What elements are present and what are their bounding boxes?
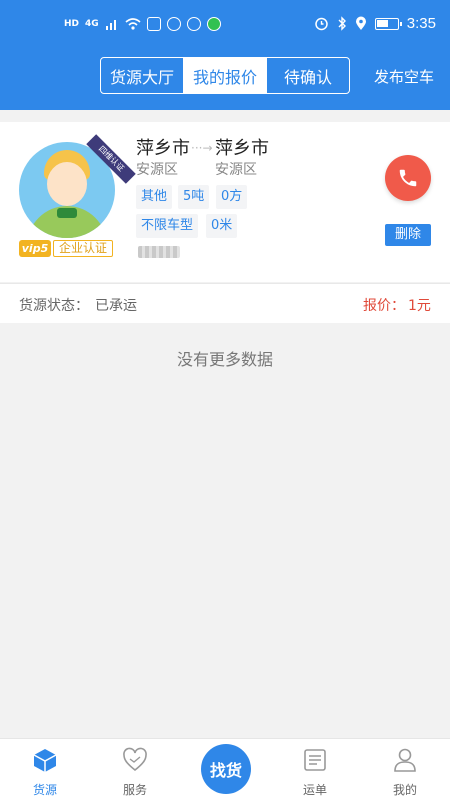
status-label: 货源状态： bbox=[19, 298, 89, 314]
wifi-icon bbox=[125, 18, 141, 30]
bluetooth-icon bbox=[338, 16, 346, 31]
status-bar: HD 4G 3:35 bbox=[0, 0, 450, 52]
tab-pending-confirm[interactable]: 待确认 bbox=[266, 58, 349, 93]
tab-cargo[interactable]: 货源 bbox=[15, 747, 75, 798]
find-goods-button[interactable]: 找货 bbox=[201, 744, 251, 794]
tab-cargo-label: 货源 bbox=[32, 783, 57, 797]
cargo-status-row: 货源状态： 已承运 报价： 1元 bbox=[0, 283, 450, 323]
user-icon bbox=[394, 748, 416, 772]
tab-service[interactable]: 服务 bbox=[105, 747, 165, 798]
cargo-card[interactable]: 四维认证 vip5 企业认证 萍乡市 ···→ 萍乡市 安源区 安源区 其他 5… bbox=[0, 122, 450, 282]
tab-mine[interactable]: 我的 bbox=[375, 747, 435, 798]
tag-weight: 5吨 bbox=[178, 185, 210, 209]
avatar-face bbox=[47, 162, 87, 206]
origin-district: 安源区 bbox=[136, 162, 178, 178]
publish-empty-truck-button[interactable]: 发布空车 bbox=[374, 66, 434, 87]
tag-volume: 0方 bbox=[216, 185, 248, 209]
header-bar: HD 4G 3:35 货源大厅 我的报价 待确认 发布空车 bbox=[0, 0, 450, 110]
avatar[interactable]: 四维认证 bbox=[19, 134, 136, 238]
quote-segment-control: 货源大厅 我的报价 待确认 bbox=[100, 57, 350, 94]
tab-waybill-label: 运单 bbox=[302, 783, 327, 797]
shield-notification-icon bbox=[166, 17, 181, 31]
destination-district: 安源区 bbox=[215, 162, 257, 178]
enterprise-certified-badge: 企业认证 bbox=[53, 240, 113, 257]
price-value: 1元 bbox=[408, 298, 431, 314]
route-arrow-icon: ···→ bbox=[191, 141, 213, 155]
tab-cargo-hall[interactable]: 货源大厅 bbox=[101, 58, 183, 93]
origin-city: 萍乡市 bbox=[136, 138, 190, 159]
status-value: 已承运 bbox=[95, 298, 137, 314]
tag-vehicle-length: 0米 bbox=[206, 214, 238, 238]
document-icon bbox=[304, 749, 326, 771]
app-notification-icon bbox=[146, 17, 161, 31]
cube-icon bbox=[33, 749, 57, 772]
heart-handshake-icon bbox=[123, 747, 147, 772]
clock: 3:35 bbox=[406, 15, 436, 32]
network-indicator: 4G bbox=[85, 19, 99, 29]
price-label: 报价： bbox=[363, 298, 405, 314]
tab-service-label: 服务 bbox=[122, 783, 147, 797]
hd-indicator: HD bbox=[64, 19, 80, 29]
phone-icon bbox=[399, 169, 417, 187]
location-icon bbox=[355, 16, 366, 30]
signal-icon bbox=[105, 20, 116, 30]
vip-badge: vip5 bbox=[19, 240, 51, 257]
alarm-icon bbox=[315, 17, 328, 31]
call-button[interactable] bbox=[385, 155, 431, 201]
tab-mine-label: 我的 bbox=[392, 783, 417, 797]
no-more-data-text: 没有更多数据 bbox=[176, 350, 273, 369]
avatar-bowtie bbox=[57, 208, 77, 218]
tag-cargo-type: 其他 bbox=[136, 185, 173, 209]
status-left-icons: HD 4G bbox=[64, 17, 221, 31]
destination-city: 萍乡市 bbox=[215, 138, 269, 159]
delete-button[interactable]: 删除 bbox=[385, 224, 431, 246]
status-right-icons: 3:35 bbox=[314, 15, 436, 32]
camera-notification-icon bbox=[186, 17, 201, 31]
masked-contact-name bbox=[138, 246, 180, 258]
tag-vehicle-type: 不限车型 bbox=[136, 214, 199, 238]
tab-my-quotes[interactable]: 我的报价 bbox=[183, 58, 266, 93]
tab-waybill[interactable]: 运单 bbox=[285, 747, 345, 798]
battery-icon bbox=[374, 17, 402, 30]
chat-notification-icon bbox=[206, 17, 221, 31]
